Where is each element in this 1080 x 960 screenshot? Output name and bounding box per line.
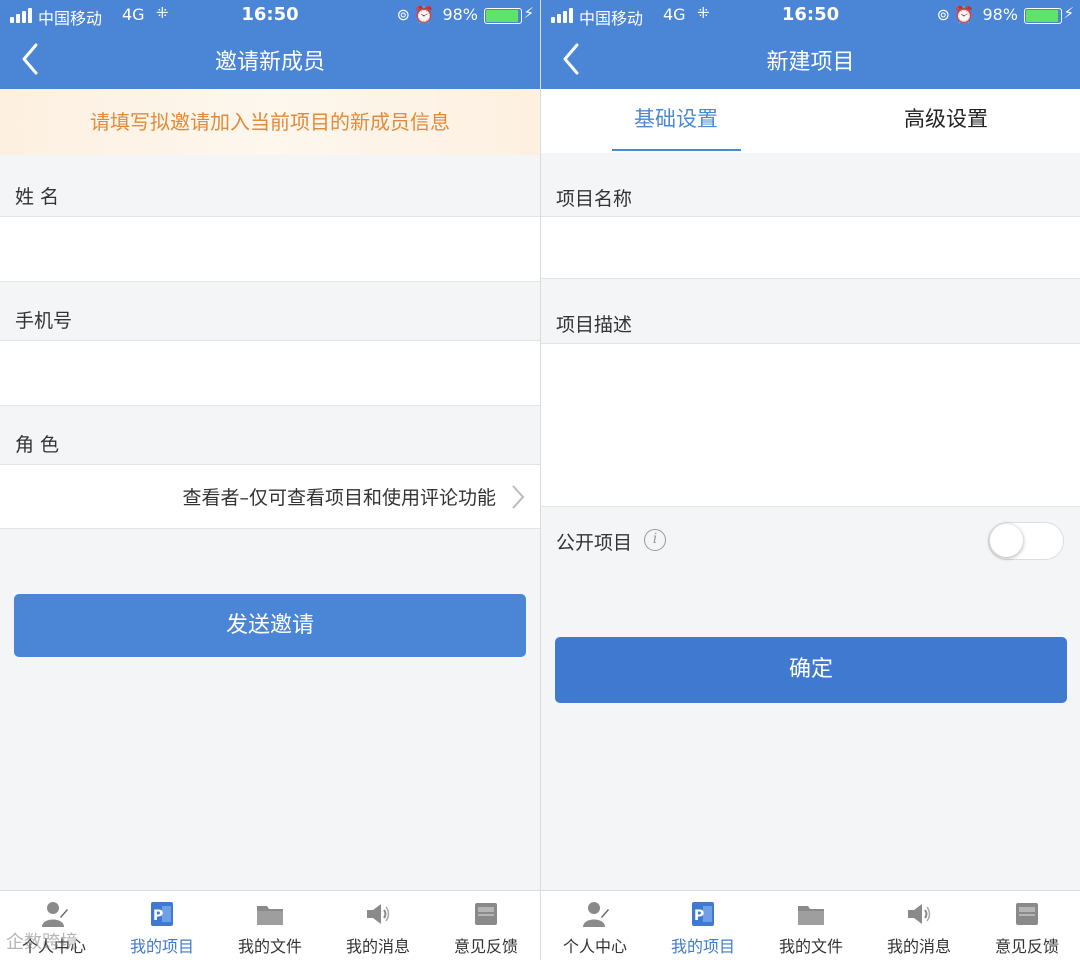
battery-icon bbox=[484, 8, 522, 24]
battery-percent: 98% bbox=[442, 5, 478, 24]
tab-item[interactable]: P 我的项目 bbox=[108, 891, 216, 960]
tab-item[interactable]: 我的消息 bbox=[324, 891, 432, 960]
phone-label: 手机号 bbox=[15, 310, 73, 332]
header: 中国移动 4G ⁜ 16:50 ⊚ ⏰ 98% ⚡ 新建项目 bbox=[541, 0, 1080, 89]
phone-input[interactable] bbox=[0, 341, 540, 405]
send-invite-button[interactable]: 发送邀请 bbox=[14, 594, 526, 657]
charging-icon: ⚡ bbox=[1063, 4, 1074, 22]
battery-percent: 98% bbox=[982, 5, 1018, 24]
speaker-icon bbox=[364, 901, 392, 927]
invite-member-screen: 中国移动 4G ⁜ 16:50 ⊚ ⏰ 98% ⚡ 邀请新成员 请填写拟邀请加入… bbox=[0, 0, 540, 960]
tab-advanced-settings[interactable]: 高级设置 bbox=[811, 89, 1080, 153]
tab-item[interactable]: 意见反馈 bbox=[973, 891, 1080, 960]
settings-tabs: 基础设置 高级设置 bbox=[541, 89, 1080, 153]
tab-item-label: 我的消息 bbox=[886, 937, 951, 956]
project-desc-field-row bbox=[541, 343, 1080, 507]
page-title: 邀请新成员 bbox=[214, 50, 325, 75]
name-input[interactable] bbox=[0, 217, 540, 281]
rotation-lock-icon: ⊚ bbox=[936, 5, 950, 24]
tab-item-label: 我的文件 bbox=[237, 937, 302, 956]
status-bar: 中国移动 4G ⁜ 16:50 ⊚ ⏰ 98% ⚡ bbox=[0, 0, 540, 30]
tab-item-label: 意见反馈 bbox=[453, 937, 518, 956]
tab-item[interactable]: P 我的项目 bbox=[649, 891, 757, 960]
person-icon bbox=[581, 901, 609, 927]
alarm-icon: ⏰ bbox=[954, 5, 974, 24]
tab-item[interactable]: 意见反馈 bbox=[432, 891, 540, 960]
svg-text:P: P bbox=[694, 908, 704, 924]
header: 中国移动 4G ⁜ 16:50 ⊚ ⏰ 98% ⚡ 邀请新成员 bbox=[0, 0, 540, 89]
watermark: 企数跨境 bbox=[6, 932, 78, 953]
chevron-right-icon bbox=[512, 485, 525, 509]
public-project-label: 公开项目 bbox=[556, 532, 633, 554]
phone-field-row bbox=[0, 340, 540, 406]
info-icon[interactable]: i bbox=[644, 529, 666, 551]
folder-icon bbox=[797, 901, 825, 927]
person-icon bbox=[40, 901, 68, 927]
bottom-tabbar: 个人中心 P 我的项目 我的文件 我的消息 意见反馈 bbox=[0, 890, 540, 960]
tab-item[interactable]: 我的消息 bbox=[865, 891, 973, 960]
speaker-icon bbox=[905, 901, 933, 927]
tab-basic-settings[interactable]: 基础设置 bbox=[541, 89, 811, 153]
folder-icon bbox=[256, 901, 284, 927]
role-select[interactable]: 查看者–仅可查看项目和使用评论功能 bbox=[0, 464, 540, 529]
confirm-button[interactable]: 确定 bbox=[555, 637, 1067, 703]
rotation-lock-icon: ⊚ bbox=[396, 5, 410, 24]
tab-item[interactable]: 我的文件 bbox=[757, 891, 865, 960]
status-bar: 中国移动 4G ⁜ 16:50 ⊚ ⏰ 98% ⚡ bbox=[541, 0, 1080, 30]
svg-text:P: P bbox=[153, 908, 163, 924]
inbox-icon bbox=[472, 901, 500, 927]
tab-item[interactable]: 个人中心 bbox=[541, 891, 649, 960]
tab-item-label: 我的项目 bbox=[129, 937, 194, 956]
project-icon: P bbox=[689, 901, 717, 927]
name-label: 姓 名 bbox=[15, 186, 60, 208]
alarm-icon: ⏰ bbox=[414, 5, 434, 24]
project-name-field-row bbox=[541, 216, 1080, 279]
notice-banner: 请填写拟邀请加入当前项目的新成员信息 bbox=[0, 89, 540, 155]
project-desc-label: 项目描述 bbox=[556, 314, 633, 336]
tab-item-label: 意见反馈 bbox=[994, 937, 1059, 956]
tab-item-label: 我的文件 bbox=[778, 937, 843, 956]
public-project-toggle[interactable] bbox=[988, 522, 1064, 560]
project-desc-input[interactable] bbox=[541, 344, 1080, 506]
tab-item-label: 我的消息 bbox=[345, 937, 410, 956]
project-icon: P bbox=[148, 901, 176, 927]
tab-item-label: 个人中心 bbox=[562, 937, 627, 956]
inbox-icon bbox=[1013, 901, 1041, 927]
role-value: 查看者–仅可查看项目和使用评论功能 bbox=[182, 487, 496, 509]
battery-icon bbox=[1024, 8, 1062, 24]
project-name-input[interactable] bbox=[541, 217, 1080, 278]
tab-item[interactable]: 我的文件 bbox=[216, 891, 324, 960]
navbar: 新建项目 bbox=[541, 30, 1080, 89]
bottom-tabbar: 个人中心 P 我的项目 我的文件 我的消息 意见反馈 bbox=[541, 890, 1080, 960]
tab-item-label: 我的项目 bbox=[670, 937, 735, 956]
role-label: 角 色 bbox=[15, 434, 60, 456]
charging-icon: ⚡ bbox=[523, 4, 534, 22]
name-field-row bbox=[0, 216, 540, 282]
project-name-label: 项目名称 bbox=[556, 188, 633, 210]
navbar: 邀请新成员 bbox=[0, 30, 540, 89]
active-tab-indicator bbox=[612, 149, 741, 151]
new-project-screen: 中国移动 4G ⁜ 16:50 ⊚ ⏰ 98% ⚡ 新建项目 基础设置 高级设置… bbox=[540, 0, 1080, 960]
toggle-knob bbox=[990, 524, 1023, 557]
page-title: 新建项目 bbox=[766, 50, 855, 75]
